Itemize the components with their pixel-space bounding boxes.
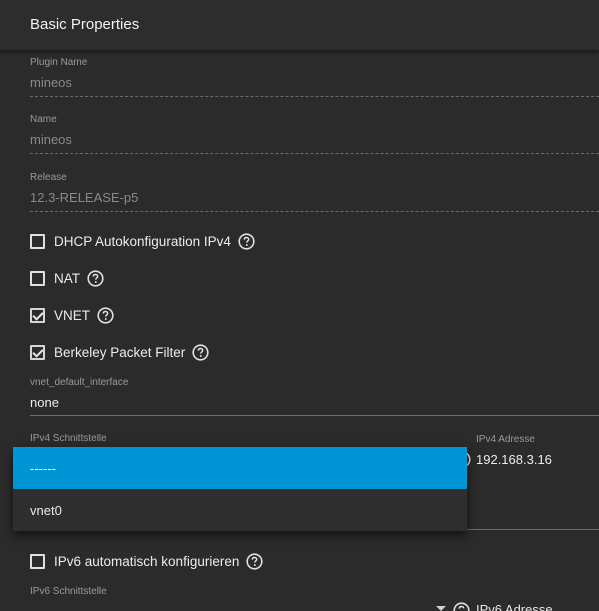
ipv4-interface-label: IPv4 Schnittstelle bbox=[30, 434, 107, 444]
dhcp-checkbox[interactable] bbox=[30, 233, 45, 249]
vnet-default-interface-underline bbox=[30, 415, 599, 416]
ipv6-address-label: IPv6 Adresse bbox=[476, 602, 553, 611]
ipv6-auto-label: IPv6 automatisch konfigurieren bbox=[54, 553, 240, 569]
vnet-label: VNET bbox=[54, 307, 91, 323]
ipv4-address-field[interactable]: IPv4 Adresse 192.168.3.16 bbox=[466, 434, 599, 530]
help-icon[interactable] bbox=[453, 602, 470, 611]
dhcp-checkbox-row[interactable]: DHCP Autokonfiguration IPv4 bbox=[30, 231, 255, 251]
help-icon[interactable] bbox=[246, 552, 263, 570]
bpf-checkbox-row[interactable]: Berkeley Packet Filter bbox=[30, 342, 209, 362]
plugin-name-label: Plugin Name bbox=[30, 57, 88, 68]
nat-checkbox[interactable] bbox=[30, 270, 45, 286]
vnet-checkbox[interactable] bbox=[30, 307, 45, 323]
ipv6-auto-checkbox[interactable] bbox=[30, 553, 45, 569]
release-underline bbox=[30, 211, 599, 212]
help-icon[interactable] bbox=[192, 343, 209, 361]
ipv4-address-underline bbox=[466, 529, 599, 530]
card-title: Basic Properties bbox=[30, 16, 140, 33]
name-value: mineos bbox=[30, 132, 72, 147]
vnet-default-interface-select[interactable]: vnet_default_interface none bbox=[30, 377, 599, 417]
help-icon[interactable] bbox=[238, 232, 255, 250]
ipv4-interface-dropdown: ------ vnet0 bbox=[13, 447, 467, 531]
card-header: Basic Properties bbox=[0, 0, 599, 50]
ipv6-interface-label: IPv6 Schnittstelle bbox=[30, 586, 107, 597]
release-label: Release bbox=[30, 172, 67, 183]
ipv4-address-value: 192.168.3.16 bbox=[476, 452, 552, 467]
nat-checkbox-row[interactable]: NAT bbox=[30, 268, 104, 288]
vnet-default-interface-value: none bbox=[30, 395, 59, 410]
plugin-name-underline bbox=[30, 96, 599, 97]
name-field: Name mineos bbox=[30, 114, 599, 156]
name-label: Name bbox=[30, 114, 57, 125]
ipv6-interface-select[interactable]: IPv6 Schnittstelle bbox=[30, 586, 430, 611]
dropdown-option-none[interactable]: ------ bbox=[13, 447, 467, 489]
ipv6-auto-checkbox-row[interactable]: IPv6 automatisch konfigurieren bbox=[30, 551, 263, 571]
vnet-checkbox-row[interactable]: VNET bbox=[30, 305, 114, 325]
ipv4-interface-field[interactable]: IPv4 Schnittstelle bbox=[30, 434, 150, 446]
ipv6-address-field[interactable]: IPv6 Adresse bbox=[453, 602, 599, 611]
bpf-checkbox[interactable] bbox=[30, 344, 45, 360]
bpf-label: Berkeley Packet Filter bbox=[54, 344, 186, 360]
vnet-default-interface-label: vnet_default_interface bbox=[30, 377, 129, 388]
ipv4-address-label: IPv4 Adresse bbox=[476, 434, 535, 445]
plugin-name-value: mineos bbox=[30, 75, 72, 90]
dropdown-option-vnet0[interactable]: vnet0 bbox=[13, 489, 467, 531]
release-field: Release 12.3-RELEASE-p5 bbox=[30, 172, 599, 214]
name-underline bbox=[30, 153, 599, 154]
nat-label: NAT bbox=[54, 270, 80, 286]
release-value: 12.3-RELEASE-p5 bbox=[30, 190, 139, 205]
plugin-name-field: Plugin Name mineos bbox=[30, 57, 599, 99]
dhcp-label: DHCP Autokonfiguration IPv4 bbox=[54, 233, 231, 249]
help-icon[interactable] bbox=[87, 269, 104, 287]
help-icon[interactable] bbox=[97, 306, 114, 324]
chevron-down-icon[interactable] bbox=[436, 606, 446, 611]
